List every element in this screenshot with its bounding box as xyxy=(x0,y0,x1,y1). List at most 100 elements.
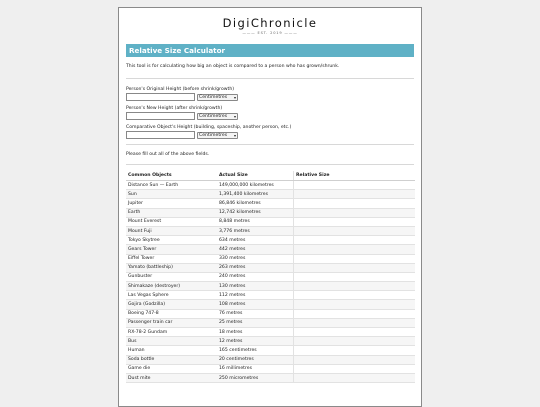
table-row: Jupiter 86,846 kilometres xyxy=(126,198,415,209)
row-object-cell: Bus xyxy=(126,336,217,347)
row-size-cell: 442 metres xyxy=(217,244,294,255)
row-object-cell: Game die xyxy=(126,364,217,374)
row-object-cell: Boeing 747-8 xyxy=(126,309,217,319)
table-row: Soda bottle 20 centimetres xyxy=(126,355,415,365)
row-size-cell: 86,846 kilometres xyxy=(217,198,294,209)
new-height-label: Person's New Height (after shrink/growth… xyxy=(126,106,223,111)
row-size-cell: 8,848 metres xyxy=(217,217,294,227)
table-row: Human 165 centimetres xyxy=(126,345,415,356)
table-row: RX-78-2 Gundam 18 metres xyxy=(126,327,415,338)
column-header-object: Common Objects xyxy=(126,171,217,181)
row-relative-cell xyxy=(293,235,415,246)
row-relative-cell xyxy=(293,364,415,374)
row-relative-cell xyxy=(293,318,415,329)
row-size-cell: 16 millimetres xyxy=(217,364,294,374)
row-size-cell: 20 centimetres xyxy=(217,355,294,365)
row-object-cell: Eiffel Tower xyxy=(126,254,217,264)
row-relative-cell xyxy=(293,299,415,310)
object-height-input[interactable] xyxy=(126,131,195,139)
column-header-relative-size: Relative Size xyxy=(293,171,415,181)
table-row: Dust mite 250 micrometres xyxy=(126,373,415,384)
row-size-cell: 76 metres xyxy=(217,309,294,319)
site-title[interactable]: DigiChronicle xyxy=(119,16,421,30)
row-object-cell: Yamato (battleship) xyxy=(126,263,217,273)
row-relative-cell xyxy=(293,208,415,218)
row-relative-cell xyxy=(293,180,415,191)
row-relative-cell xyxy=(293,217,415,227)
table-body: Distance Sun — Earth 149,000,000 kilometr… xyxy=(126,180,415,384)
new-height-unit-value: Centimetres xyxy=(199,113,228,119)
divider xyxy=(126,164,414,165)
results-table: Common Objects Actual Size Relative Size… xyxy=(126,171,415,384)
row-relative-cell xyxy=(293,226,415,237)
table-row: Passenger train car 25 metres xyxy=(126,318,415,329)
row-size-cell: 18 metres xyxy=(217,327,294,338)
row-size-cell: 165 centimetres xyxy=(217,345,294,356)
chevron-down-icon: ▾ xyxy=(233,132,236,138)
calculator-title: Relative Size Calculator xyxy=(126,44,414,57)
chevron-down-icon: ▾ xyxy=(233,113,236,119)
row-size-cell: 25 metres xyxy=(217,318,294,329)
row-relative-cell xyxy=(293,198,415,209)
row-object-cell: Gojira (Godzilla) xyxy=(126,299,217,310)
row-relative-cell xyxy=(293,327,415,338)
row-relative-cell xyxy=(293,336,415,347)
table-header-row: Common Objects Actual Size Relative Size xyxy=(126,171,415,181)
row-size-cell: 3,776 metres xyxy=(217,226,294,237)
row-size-cell: 12,742 kilometres xyxy=(217,208,294,218)
original-height-unit-value: Centimetres xyxy=(199,94,228,100)
table-row: Bus 12 metres xyxy=(126,336,415,347)
object-height-label: Comparative Object's Height (building, s… xyxy=(126,125,292,130)
row-relative-cell xyxy=(293,281,415,292)
row-object-cell: Soda bottle xyxy=(126,355,217,365)
divider xyxy=(126,144,414,145)
row-size-cell: 149,000,000 kilometres xyxy=(217,180,294,191)
table-row: Tokyo Skytree 634 metres xyxy=(126,235,415,246)
row-size-cell: 112 metres xyxy=(217,290,294,301)
row-object-cell: Distance Sun — Earth xyxy=(126,180,217,191)
row-size-cell: 1,391,400 kilometres xyxy=(217,189,294,200)
row-object-cell: Jupiter xyxy=(126,198,217,209)
original-height-input[interactable] xyxy=(126,93,195,101)
row-relative-cell xyxy=(293,254,415,264)
object-height-unit-select[interactable]: Centimetres ▾ xyxy=(197,131,238,139)
table-row: Yamato (battleship) 263 metres xyxy=(126,263,415,273)
row-object-cell: Mount Everest xyxy=(126,217,217,227)
table-row: Earth 12,742 kilometres xyxy=(126,208,415,218)
row-object-cell: RX-78-2 Gundam xyxy=(126,327,217,338)
table-row: Boeing 747-8 76 metres xyxy=(126,309,415,319)
table-row: Distance Sun — Earth 149,000,000 kilometr… xyxy=(126,180,415,191)
new-height-input[interactable] xyxy=(126,112,195,120)
table-row: Mount Everest 8,848 metres xyxy=(126,217,415,227)
new-height-unit-select[interactable]: Centimetres ▾ xyxy=(197,112,238,120)
row-object-cell: Shimakaze (destroyer) xyxy=(126,281,217,292)
object-height-unit-value: Centimetres xyxy=(199,132,228,138)
original-height-unit-select[interactable]: Centimetres ▾ xyxy=(197,93,238,101)
original-height-label: Person's Original Height (before shrink/… xyxy=(126,87,235,92)
table-row: Eiffel Tower 330 metres xyxy=(126,254,415,264)
page-container: DigiChronicle ——— EST. 2019 ——— Relative… xyxy=(118,7,422,407)
row-relative-cell xyxy=(293,309,415,319)
row-size-cell: 240 metres xyxy=(217,272,294,283)
row-size-cell: 263 metres xyxy=(217,263,294,273)
chevron-down-icon: ▾ xyxy=(233,94,236,100)
new-height-row: Centimetres ▾ xyxy=(126,112,414,120)
row-object-cell: Mount Fuji xyxy=(126,226,217,237)
row-object-cell: Passenger train car xyxy=(126,318,217,329)
object-height-row: Centimetres ▾ xyxy=(126,131,414,139)
row-size-cell: 130 metres xyxy=(217,281,294,292)
row-relative-cell xyxy=(293,189,415,200)
row-object-cell: Las Vegas Sphere xyxy=(126,290,217,301)
row-relative-cell xyxy=(293,355,415,365)
row-relative-cell xyxy=(293,373,415,384)
row-relative-cell xyxy=(293,272,415,283)
row-object-cell: Gears Tower xyxy=(126,244,217,255)
calculator-form: Person's Original Height (before shrink/… xyxy=(126,87,414,139)
site-header: DigiChronicle ——— EST. 2019 ——— xyxy=(119,8,421,35)
row-object-cell: Gunbuster xyxy=(126,272,217,283)
table-row: Gunbuster 240 metres xyxy=(126,272,415,283)
table-row: Sun 1,391,400 kilometres xyxy=(126,189,415,200)
original-height-row: Centimetres ▾ xyxy=(126,93,414,101)
row-object-cell: Human xyxy=(126,345,217,356)
table-row: Las Vegas Sphere 112 metres xyxy=(126,290,415,301)
